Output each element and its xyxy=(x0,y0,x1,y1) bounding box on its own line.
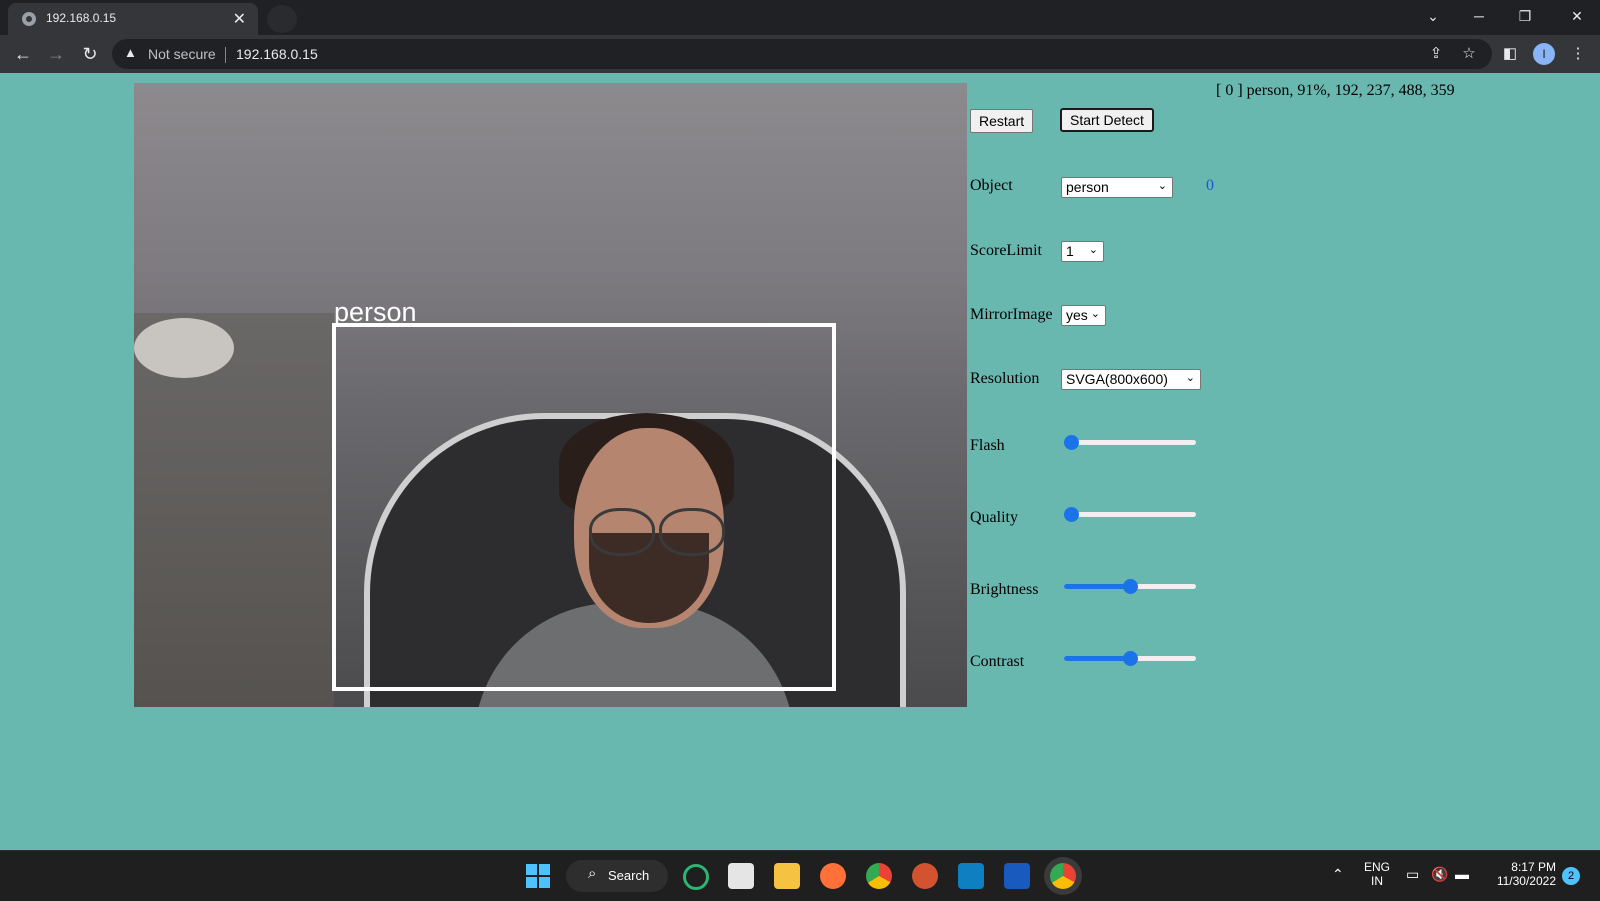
profile-avatar[interactable]: I xyxy=(1533,43,1555,65)
chevron-down-icon: ⌄ xyxy=(1090,308,1100,320)
score-limit-label: ScoreLimit xyxy=(970,242,1042,259)
object-label: Object xyxy=(970,177,1013,194)
search-icon: ⌕ xyxy=(588,865,597,882)
detection-box-label: person xyxy=(334,297,417,327)
windows-taskbar: ⌕ Search ⌃ ENG IN ▭ 🔇 ▬ 8:17 PM 11/30/20… xyxy=(0,850,1600,901)
close-tab-icon[interactable]: ✕ xyxy=(233,9,246,29)
slider-thumb[interactable] xyxy=(1123,651,1138,666)
chevron-down-icon: ⌄ xyxy=(1157,180,1167,192)
chevron-down-icon: ⌄ xyxy=(1185,372,1195,384)
tab-title: 192.168.0.15 xyxy=(46,11,117,25)
chrome-active-icon[interactable] xyxy=(1050,863,1076,889)
quality-slider[interactable] xyxy=(1064,506,1196,524)
clock-date: 11/30/2022 xyxy=(1496,874,1556,888)
powerpoint-icon[interactable] xyxy=(912,863,938,889)
reload-icon[interactable]: ↻ xyxy=(79,43,101,65)
forward-arrow-icon[interactable]: → xyxy=(45,43,67,65)
windows-start-icon[interactable] xyxy=(526,864,550,888)
firefox-icon[interactable] xyxy=(820,863,846,889)
minimize-button[interactable]: ─ xyxy=(1456,0,1502,35)
chrome-icon[interactable] xyxy=(866,863,892,889)
flash-label: Flash xyxy=(970,437,1005,454)
object-select-value: person xyxy=(1066,179,1109,195)
slider-fill xyxy=(1064,584,1130,589)
security-status[interactable]: Not secure xyxy=(148,46,216,62)
object-count: 0 xyxy=(1206,177,1214,194)
quality-label: Quality xyxy=(970,509,1018,526)
clock-time: 8:17 PM xyxy=(1511,860,1556,874)
brightness-slider[interactable] xyxy=(1064,578,1196,596)
file-explorer-icon[interactable] xyxy=(774,863,800,889)
restart-button[interactable]: Restart xyxy=(970,109,1034,133)
resolution-select[interactable]: SVGA(800x600) ⌄ xyxy=(1061,369,1201,390)
browser-tab-strip: 192.168.0.15 ✕ ⌄ ─ ❐ ✕ xyxy=(0,0,1600,35)
brightness-label: Brightness xyxy=(970,581,1039,598)
start-logo-tile xyxy=(526,864,537,875)
network-icon[interactable]: ▭ xyxy=(1406,866,1419,883)
start-logo-tile xyxy=(526,877,537,888)
bookmark-star-icon[interactable]: ☆ xyxy=(1459,44,1479,64)
slider-track xyxy=(1064,512,1196,517)
slider-thumb[interactable] xyxy=(1064,435,1079,450)
camera-stream: person xyxy=(134,83,967,707)
word-icon[interactable] xyxy=(1004,863,1030,889)
tab-search-chevron-icon[interactable]: ⌄ xyxy=(1410,0,1456,35)
side-panel-icon[interactable]: ◧ xyxy=(1500,44,1520,64)
start-detect-button[interactable]: Start Detect xyxy=(1060,108,1154,132)
loading-ring-app-icon[interactable] xyxy=(683,864,709,890)
warning-triangle-icon[interactable]: ▲ xyxy=(124,45,137,60)
start-logo-tile xyxy=(539,877,550,888)
arduino-icon[interactable] xyxy=(958,863,984,889)
mirror-image-label: MirrorImage xyxy=(970,306,1053,323)
detection-result: [ 0 ] person, 91%, 192, 237, 488, 359 xyxy=(1216,82,1455,99)
slider-track xyxy=(1064,440,1196,445)
slider-thumb[interactable] xyxy=(1123,579,1138,594)
slider-fill xyxy=(1064,656,1130,661)
restore-button[interactable]: ❐ xyxy=(1502,0,1548,35)
microsoft-store-icon[interactable] xyxy=(728,863,754,889)
language-bottom: IN xyxy=(1371,874,1383,888)
notification-badge[interactable]: 2 xyxy=(1562,867,1580,885)
score-limit-value: 1 xyxy=(1066,243,1074,259)
browser-tab[interactable]: 192.168.0.15 ✕ xyxy=(8,3,258,35)
contrast-slider[interactable] xyxy=(1064,650,1196,668)
mirror-image-select[interactable]: yes ⌄ xyxy=(1061,305,1106,326)
volume-muted-icon[interactable]: 🔇 xyxy=(1431,866,1448,883)
taskbar-search-label: Search xyxy=(608,868,650,883)
resolution-label: Resolution xyxy=(970,370,1040,387)
lamp-shade xyxy=(134,318,234,378)
language-indicator[interactable]: ENG IN xyxy=(1362,860,1392,888)
url-text[interactable]: 192.168.0.15 xyxy=(236,46,318,62)
detection-bounding-box xyxy=(332,323,836,691)
mirror-image-value: yes xyxy=(1066,307,1088,323)
globe-icon xyxy=(22,12,36,26)
taskbar-search-button[interactable]: ⌕ Search xyxy=(566,860,668,892)
address-bar[interactable]: ▲ Not secure 192.168.0.15 xyxy=(112,39,1492,69)
slider-thumb[interactable] xyxy=(1064,507,1079,522)
contrast-label: Contrast xyxy=(970,653,1025,670)
menu-kebab-icon[interactable]: ⋮ xyxy=(1568,44,1588,64)
score-limit-select[interactable]: 1 ⌄ xyxy=(1061,241,1104,262)
language-top: ENG xyxy=(1363,860,1390,874)
chevron-up-icon[interactable]: ⌃ xyxy=(1332,866,1344,883)
web-page: person [ 0 ] person, 91%, 192, 237, 488,… xyxy=(0,73,1600,850)
chevron-down-icon: ⌄ xyxy=(1088,244,1098,256)
object-select[interactable]: person ⌄ xyxy=(1061,177,1173,198)
close-window-button[interactable]: ✕ xyxy=(1554,0,1600,35)
address-separator xyxy=(225,47,226,63)
share-icon[interactable]: ⇪ xyxy=(1426,44,1446,64)
back-arrow-icon[interactable]: ← xyxy=(12,43,34,65)
clock[interactable]: 8:17 PM 11/30/2022 xyxy=(1488,860,1556,888)
start-logo-tile xyxy=(539,864,550,875)
new-tab-button[interactable] xyxy=(267,5,297,33)
browser-toolbar: ← → ↻ ▲ Not secure 192.168.0.15 ⇪ ☆ ◧ I … xyxy=(0,35,1600,73)
resolution-value: SVGA(800x600) xyxy=(1066,371,1168,387)
battery-icon[interactable]: ▬ xyxy=(1455,866,1469,882)
flash-slider[interactable] xyxy=(1064,434,1196,452)
